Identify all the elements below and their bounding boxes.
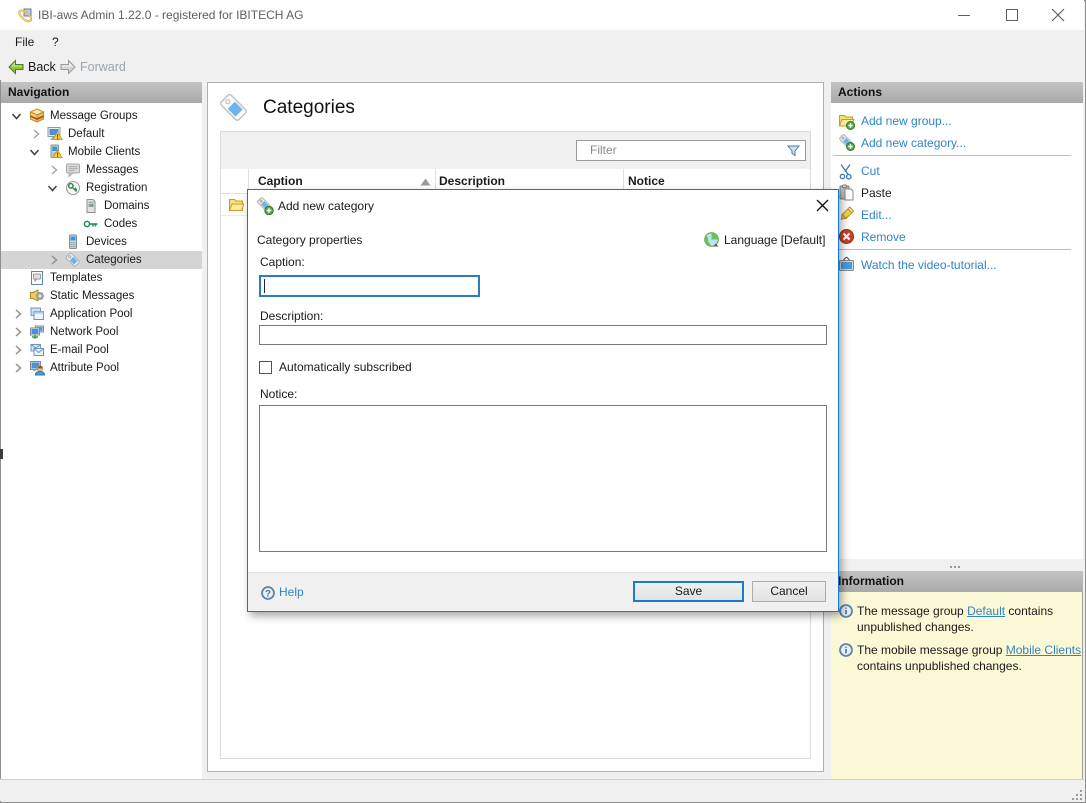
svg-text:?: ? (265, 588, 271, 599)
